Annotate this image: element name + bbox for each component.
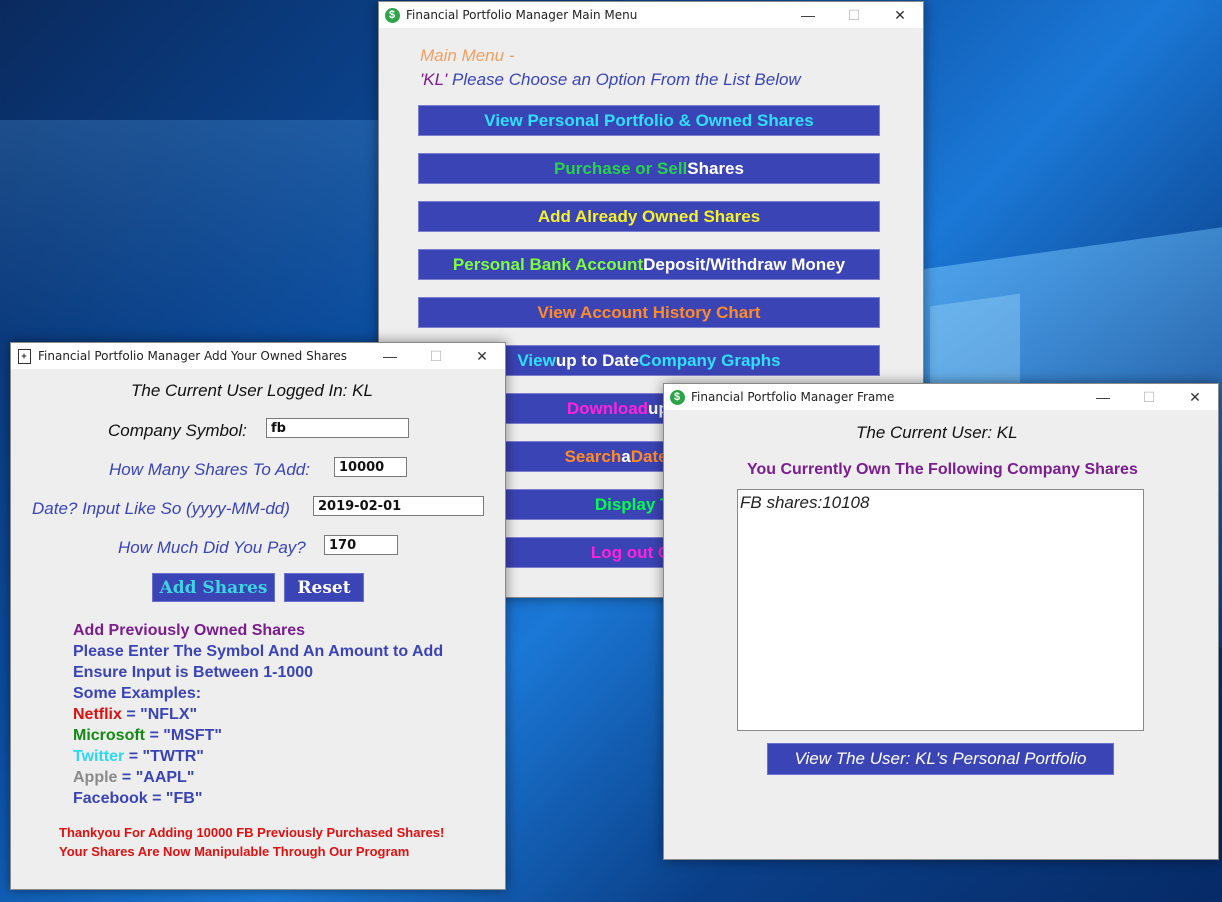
window-title: Financial Portfolio Manager Add Your Own… [38, 349, 347, 363]
company-symbol-field[interactable]: fb [266, 418, 409, 438]
add-shares-window: + Financial Portfolio Manager Add Your O… [10, 342, 506, 890]
dollar-app-icon: $ [669, 389, 685, 405]
shares-amount-field[interactable]: 10000 [334, 457, 407, 477]
menu-option-label: Shares [687, 158, 744, 178]
company-symbol-label: Company Symbol: [108, 421, 247, 440]
example-symbol: = "AAPL" [117, 769, 195, 786]
menu-option-label: Purchase or Sell [554, 158, 688, 178]
add-shares-titlebar[interactable]: + Financial Portfolio Manager Add Your O… [11, 343, 505, 369]
menu-option-label: Deposit/Withdraw Money [643, 254, 846, 274]
info-title: Add Previously Owned Shares [73, 622, 306, 639]
portfolio-frame-window: $ Financial Portfolio Manager Frame — ☐ … [663, 383, 1219, 860]
price-paid-field[interactable]: 170 [324, 535, 398, 555]
menu-option-label: View Account History Chart [537, 302, 761, 322]
minimize-icon[interactable]: — [1080, 384, 1126, 410]
example-company-name: Twitter [73, 748, 125, 765]
shares-amount-label: How Many Shares To Add: [109, 460, 310, 479]
owned-shares-textarea[interactable]: FB shares:10108 [737, 489, 1144, 731]
purchase-date-label: Date? Input Like So (yyyy-MM-dd) [32, 499, 290, 518]
menu-option-label: up to Date [555, 350, 639, 370]
document-app-icon: + [16, 348, 32, 364]
main-menu-titlebar[interactable]: $ Financial Portfolio Manager Main Menu … [379, 2, 923, 28]
desktop-light-beam [0, 120, 380, 340]
example-symbol: = "NFLX" [121, 706, 198, 723]
example-company-name: Netflix [73, 706, 122, 723]
menu-option-button[interactable]: View Account History Chart [418, 297, 880, 328]
portfolio-frame-titlebar[interactable]: $ Financial Portfolio Manager Frame — ☐ … [664, 384, 1218, 410]
current-user-label: The Current User Logged In: KL [131, 381, 373, 400]
example-company-name: Microsoft [73, 727, 145, 744]
menu-option-label: Company Graphs [638, 350, 781, 370]
example-company-name: Facebook [73, 790, 148, 807]
menu-option-label: a [621, 446, 631, 466]
close-icon[interactable]: ✕ [877, 2, 923, 28]
maximize-icon[interactable]: ☐ [1126, 384, 1172, 410]
info-line: Please Enter The Symbol And An Amount to… [73, 643, 444, 660]
example-item: Microsoft = "MSFT" [73, 725, 222, 746]
minimize-icon[interactable]: — [785, 2, 831, 28]
example-item: Netflix = "NFLX" [73, 704, 197, 725]
current-user-label: The Current User: KL [856, 423, 1018, 442]
main-menu-prompt: 'KL' Please Choose an Option From the Li… [420, 70, 801, 90]
menu-option-button[interactable]: Personal Bank Account Deposit/Withdraw M… [418, 249, 880, 280]
info-line: Ensure Input is Between 1-1000 [73, 664, 314, 681]
success-message: Thankyou For Adding 10000 FB Previously … [59, 825, 445, 840]
example-item: Twitter = "TWTR" [73, 746, 204, 767]
view-portfolio-button[interactable]: View The User: KL's Personal Portfolio [767, 743, 1114, 775]
close-icon[interactable]: ✕ [1172, 384, 1218, 410]
example-symbol: = "TWTR" [124, 748, 204, 765]
success-message: Your Shares Are Now Manipulable Through … [59, 844, 410, 859]
menu-option-button[interactable]: View Personal Portfolio & Owned Shares [418, 105, 880, 136]
info-line: Some Examples: [73, 685, 202, 702]
menu-option-label: View [517, 350, 556, 370]
menu-option-label: Search [564, 446, 622, 466]
purchase-date-field[interactable]: 2019-02-01 [313, 496, 484, 516]
example-symbol: = "MSFT" [145, 727, 222, 744]
minimize-icon[interactable]: — [367, 343, 413, 369]
menu-option-button[interactable]: Add Already Owned Shares [418, 201, 880, 232]
menu-option-button[interactable]: Purchase or Sell Shares [418, 153, 880, 184]
owned-shares-heading: You Currently Own The Following Company … [747, 461, 1138, 478]
price-paid-label: How Much Did You Pay? [118, 538, 306, 557]
prompt-text: Please Choose an Option From the List Be… [447, 70, 801, 89]
reset-button[interactable]: Reset [284, 573, 364, 602]
close-icon[interactable]: ✕ [459, 343, 505, 369]
maximize-icon[interactable]: ☐ [831, 2, 877, 28]
dollar-app-icon: $ [384, 7, 400, 23]
menu-option-label: View Personal Portfolio & Owned Shares [484, 110, 814, 130]
add-shares-button[interactable]: Add Shares [152, 573, 275, 602]
example-company-name: Apple [73, 769, 118, 786]
window-title: Financial Portfolio Manager Main Menu [406, 8, 638, 22]
example-symbol: = "FB" [147, 790, 203, 807]
maximize-icon[interactable]: ☐ [413, 343, 459, 369]
example-item: Facebook = "FB" [73, 788, 202, 809]
owned-shares-text: FB shares:10108 [740, 493, 870, 512]
main-menu-heading: Main Menu - [420, 46, 515, 65]
example-item: Apple = "AAPL" [73, 767, 194, 788]
menu-option-label: Personal Bank Account [452, 254, 644, 274]
menu-option-label: Add Already Owned Shares [537, 206, 761, 226]
window-title: Financial Portfolio Manager Frame [691, 390, 895, 404]
prompt-user: 'KL' [420, 70, 448, 89]
menu-option-label: Download [566, 398, 649, 418]
